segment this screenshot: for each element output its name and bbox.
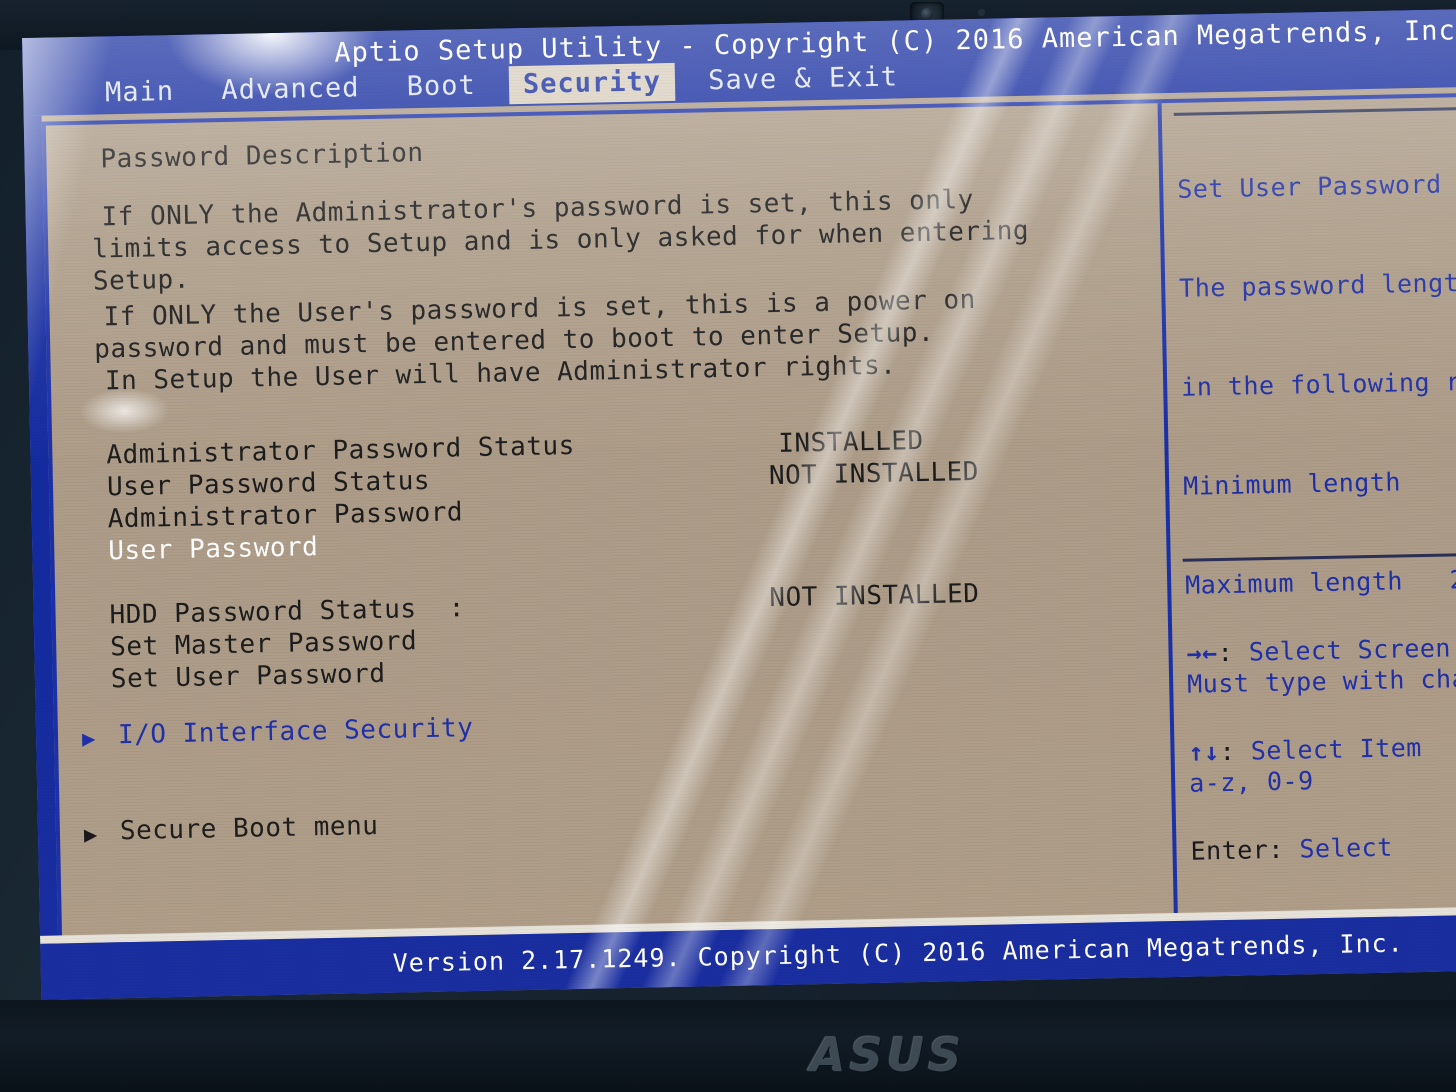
webcam-lens-icon — [921, 8, 933, 20]
help-line-3: in the following ra — [1180, 366, 1456, 402]
tab-main[interactable]: Main — [91, 73, 189, 113]
bios-body: Password Description If ONLY the Adminis… — [23, 87, 1456, 1000]
arrow-up-down-icon: ↑↓ — [1188, 737, 1220, 767]
key-legend-enter: Enter: Select — [1190, 832, 1393, 866]
setting-value-user-password-status: NOT INSTALLED — [768, 456, 980, 492]
laptop-photo: Aptio Setup Utility - Copyright (C) 2016… — [0, 0, 1456, 1092]
help-line-4: Minimum length 3 — [1182, 465, 1456, 501]
setting-value-administrator-password-status: INSTALLED — [777, 425, 924, 459]
submenu-arrow-icon-io-interface-security: ▶ — [81, 726, 97, 752]
asus-logo: ASUS — [810, 1028, 966, 1082]
help-line-1: Set User Password — [1176, 169, 1442, 204]
tab-save-exit[interactable]: Save & Exit — [694, 58, 913, 100]
bios-screen: Aptio Setup Utility - Copyright (C) 2016… — [22, 9, 1456, 1000]
submenu-arrow-icon-secure-boot-menu: ▶ — [83, 822, 99, 848]
tab-boot[interactable]: Boot — [392, 67, 490, 107]
help-line-2: The password length — [1178, 267, 1456, 303]
setting-value-hdd-password-status: NOT INSTALLED — [769, 578, 980, 614]
bios-version-text: Version 2.17.1249. Copyright (C) 2016 Am… — [392, 928, 1404, 978]
key-legend-select-screen: →←: Select Screen — [1186, 633, 1452, 668]
submenu-secure-boot-menu[interactable]: Secure Boot menu — [120, 811, 379, 846]
setting-label-user-password[interactable]: User Password — [108, 532, 319, 566]
tab-security[interactable]: Security — [508, 62, 676, 105]
description-line-3: Setup. — [92, 264, 191, 297]
tab-advanced[interactable]: Advanced — [207, 69, 374, 110]
microphone-icon — [978, 9, 985, 16]
setting-label-set-user-password[interactable]: Set User Password — [111, 659, 386, 695]
arrow-left-right-icon: →← — [1186, 638, 1218, 668]
laptop-bottom-bezel — [0, 1000, 1456, 1092]
setting-label-set-master-password[interactable]: Set Master Password — [110, 626, 417, 662]
key-legend-select-item: ↑↓: Select Item — [1188, 733, 1423, 767]
